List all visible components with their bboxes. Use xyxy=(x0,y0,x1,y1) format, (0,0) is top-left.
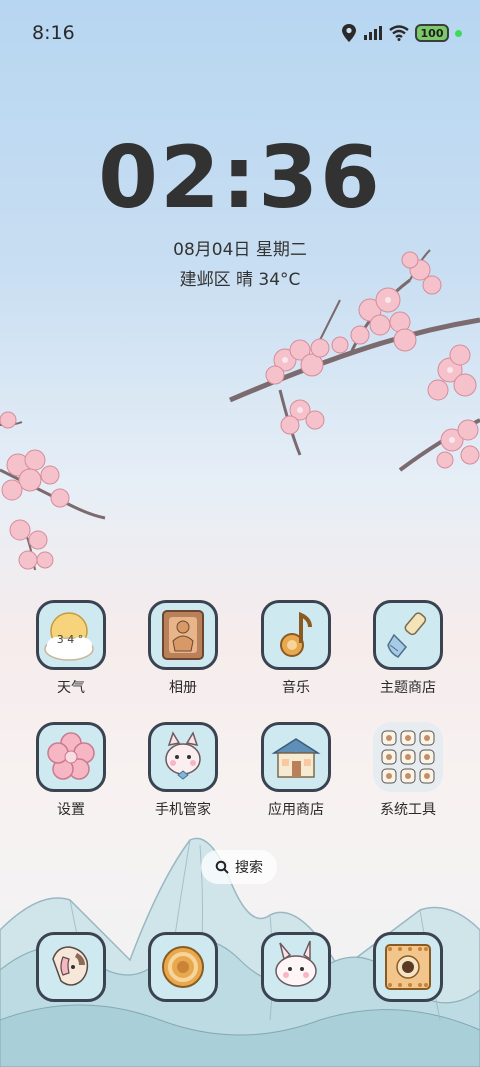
dock-phone[interactable] xyxy=(16,932,126,1002)
status-time: 8:16 xyxy=(32,22,75,44)
dock-camera[interactable] xyxy=(353,932,463,1002)
app-music[interactable]: 音乐 xyxy=(241,600,351,697)
status-bar: 8:16 100 xyxy=(0,0,480,64)
status-dot xyxy=(455,29,462,37)
app-label: 应用商店 xyxy=(268,802,324,818)
search-label: 搜索 xyxy=(235,860,263,876)
messages-icon[interactable] xyxy=(261,932,331,1002)
camera-icon[interactable] xyxy=(373,932,443,1002)
dock-browser[interactable] xyxy=(128,932,238,1002)
phone-manager-icon[interactable] xyxy=(148,722,218,792)
battery-icon: 100 xyxy=(415,24,449,42)
app-label: 主题商店 xyxy=(380,680,436,696)
browser-icon[interactable] xyxy=(148,932,218,1002)
phone-icon[interactable] xyxy=(36,932,106,1002)
app-label: 相册 xyxy=(169,680,197,696)
app-app-store[interactable]: 应用商店 xyxy=(241,722,351,819)
app-settings[interactable]: 设置 xyxy=(16,722,126,819)
app-weather[interactable]: 3 4 ° 天气 xyxy=(16,600,126,697)
dock-messages[interactable] xyxy=(241,932,351,1002)
app-system-tools-folder[interactable]: 系统工具 xyxy=(353,722,463,819)
app-label: 天气 xyxy=(57,680,85,696)
weather-icon-text: 3 4 ° xyxy=(57,633,84,646)
system-tools-folder-icon[interactable] xyxy=(373,722,443,792)
cherry-blossom-branch-left xyxy=(0,411,106,571)
status-icons: 100 xyxy=(341,22,462,44)
clock-time[interactable]: 02:36 xyxy=(0,128,480,228)
search-button[interactable]: 搜索 xyxy=(201,850,277,884)
app-gallery[interactable]: 相册 xyxy=(128,600,238,697)
app-label: 手机管家 xyxy=(155,802,211,818)
search-icon xyxy=(215,860,229,874)
app-store-icon[interactable] xyxy=(261,722,331,792)
theme-store-icon[interactable] xyxy=(373,600,443,670)
app-phone-manager[interactable]: 手机管家 xyxy=(128,722,238,819)
gallery-icon[interactable] xyxy=(148,600,218,670)
signal-icon xyxy=(364,26,382,40)
app-label: 音乐 xyxy=(282,680,310,696)
app-theme-store[interactable]: 主题商店 xyxy=(353,600,463,697)
app-label: 系统工具 xyxy=(380,802,436,818)
wifi-icon xyxy=(389,25,409,41)
cherry-blossom-branch-right xyxy=(229,249,480,472)
location-icon xyxy=(342,24,356,42)
music-icon[interactable] xyxy=(261,600,331,670)
app-label: 设置 xyxy=(57,802,85,818)
weather-icon[interactable]: 3 4 ° xyxy=(36,600,106,670)
settings-flower-icon[interactable] xyxy=(36,722,106,792)
